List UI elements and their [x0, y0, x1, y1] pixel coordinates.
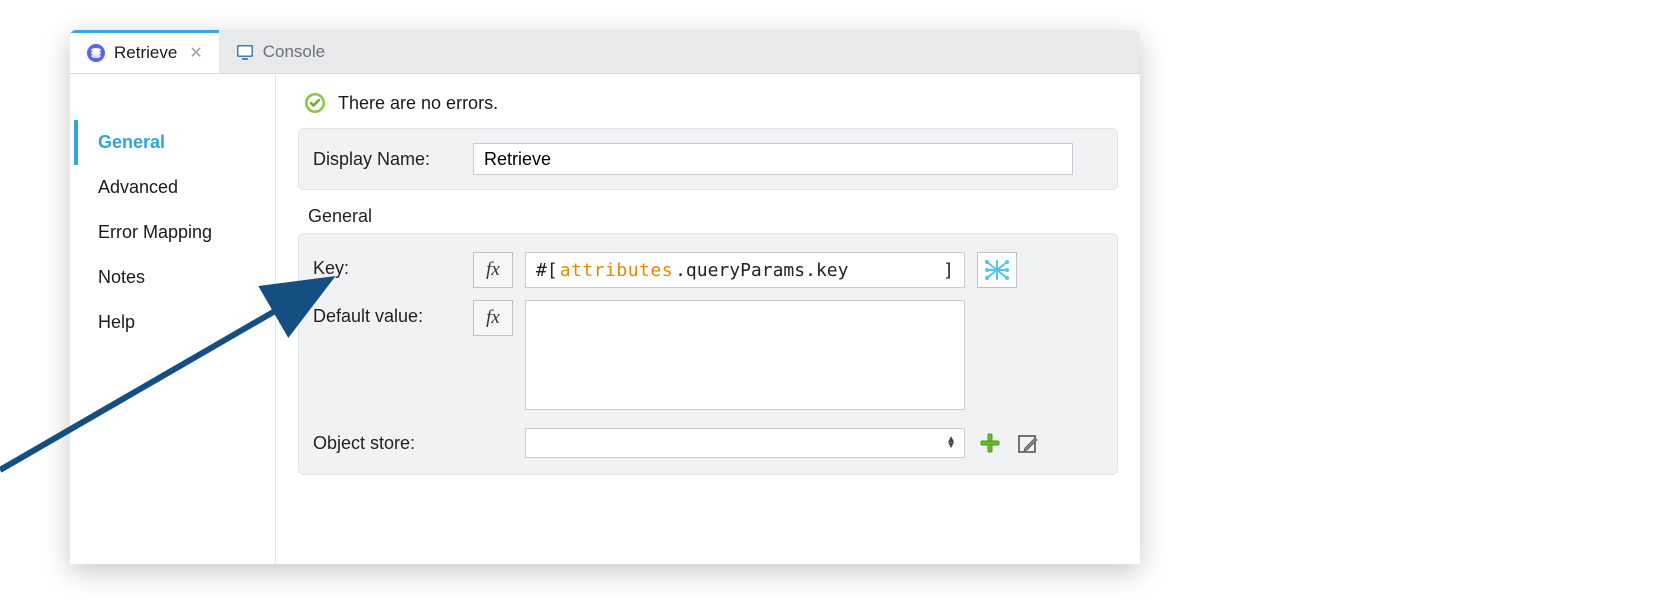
sidebar-item-label: Notes: [98, 267, 145, 287]
display-name-input[interactable]: [473, 143, 1073, 175]
key-expression-field[interactable]: #[ attributes .queryParams.key ]: [525, 252, 965, 288]
sidebar-item-label: General: [98, 132, 165, 152]
sidebar: General Advanced Error Mapping Notes Hel…: [70, 74, 276, 564]
default-value-label: Default value:: [313, 300, 461, 327]
general-group: Key: fx #[ attributes .queryParams.key ]: [298, 233, 1118, 475]
tab-retrieve[interactable]: Retrieve ✕: [70, 30, 219, 73]
fx-button-key[interactable]: fx: [473, 252, 513, 288]
stack-icon: [86, 43, 106, 63]
sidebar-item-label: Help: [98, 312, 135, 332]
status-row: There are no errors.: [298, 88, 1118, 128]
display-name-group: Display Name:: [298, 128, 1118, 190]
key-expr-prefix: #[: [536, 260, 558, 281]
sidebar-item-label: Error Mapping: [98, 222, 212, 242]
fx-button-default-value[interactable]: fx: [473, 300, 513, 336]
status-message: There are no errors.: [338, 93, 498, 114]
close-icon[interactable]: ✕: [189, 43, 202, 63]
sidebar-item-notes[interactable]: Notes: [74, 255, 275, 300]
tab-bar: Retrieve ✕ Console: [70, 30, 1140, 74]
dataweave-button[interactable]: [977, 252, 1017, 288]
check-circle-icon: [304, 92, 326, 114]
key-label: Key:: [313, 252, 461, 279]
pencil-box-icon: [1017, 432, 1039, 454]
key-expr-suffix: ]: [943, 260, 954, 281]
sidebar-item-error-mapping[interactable]: Error Mapping: [74, 210, 275, 255]
main-pane: There are no errors. Display Name: Gener…: [276, 74, 1140, 564]
add-button[interactable]: [977, 430, 1003, 456]
tab-label: Retrieve: [114, 43, 177, 63]
sidebar-item-general[interactable]: General: [74, 120, 275, 165]
default-value-input[interactable]: [525, 300, 965, 410]
chevron-up-down-icon: ▲▼: [946, 437, 956, 449]
dataweave-icon: [984, 258, 1010, 282]
sidebar-item-help[interactable]: Help: [74, 300, 275, 345]
section-title: General: [298, 204, 1118, 233]
sidebar-item-label: Advanced: [98, 177, 178, 197]
edit-button[interactable]: [1015, 430, 1041, 456]
object-store-select[interactable]: ▲▼: [525, 428, 965, 458]
key-expr-attributes: attributes: [560, 260, 673, 281]
editor-body: General Advanced Error Mapping Notes Hel…: [70, 74, 1140, 564]
display-name-label: Display Name:: [313, 149, 461, 170]
editor-window: Retrieve ✕ Console General Advanced Erro…: [70, 30, 1140, 564]
tab-console[interactable]: Console: [219, 30, 341, 73]
plus-icon: [979, 432, 1001, 454]
sidebar-item-advanced[interactable]: Advanced: [74, 165, 275, 210]
object-store-label: Object store:: [313, 433, 461, 454]
key-expr-rest: .queryParams.key: [675, 260, 848, 281]
tab-label: Console: [263, 42, 325, 62]
console-icon: [235, 42, 255, 62]
